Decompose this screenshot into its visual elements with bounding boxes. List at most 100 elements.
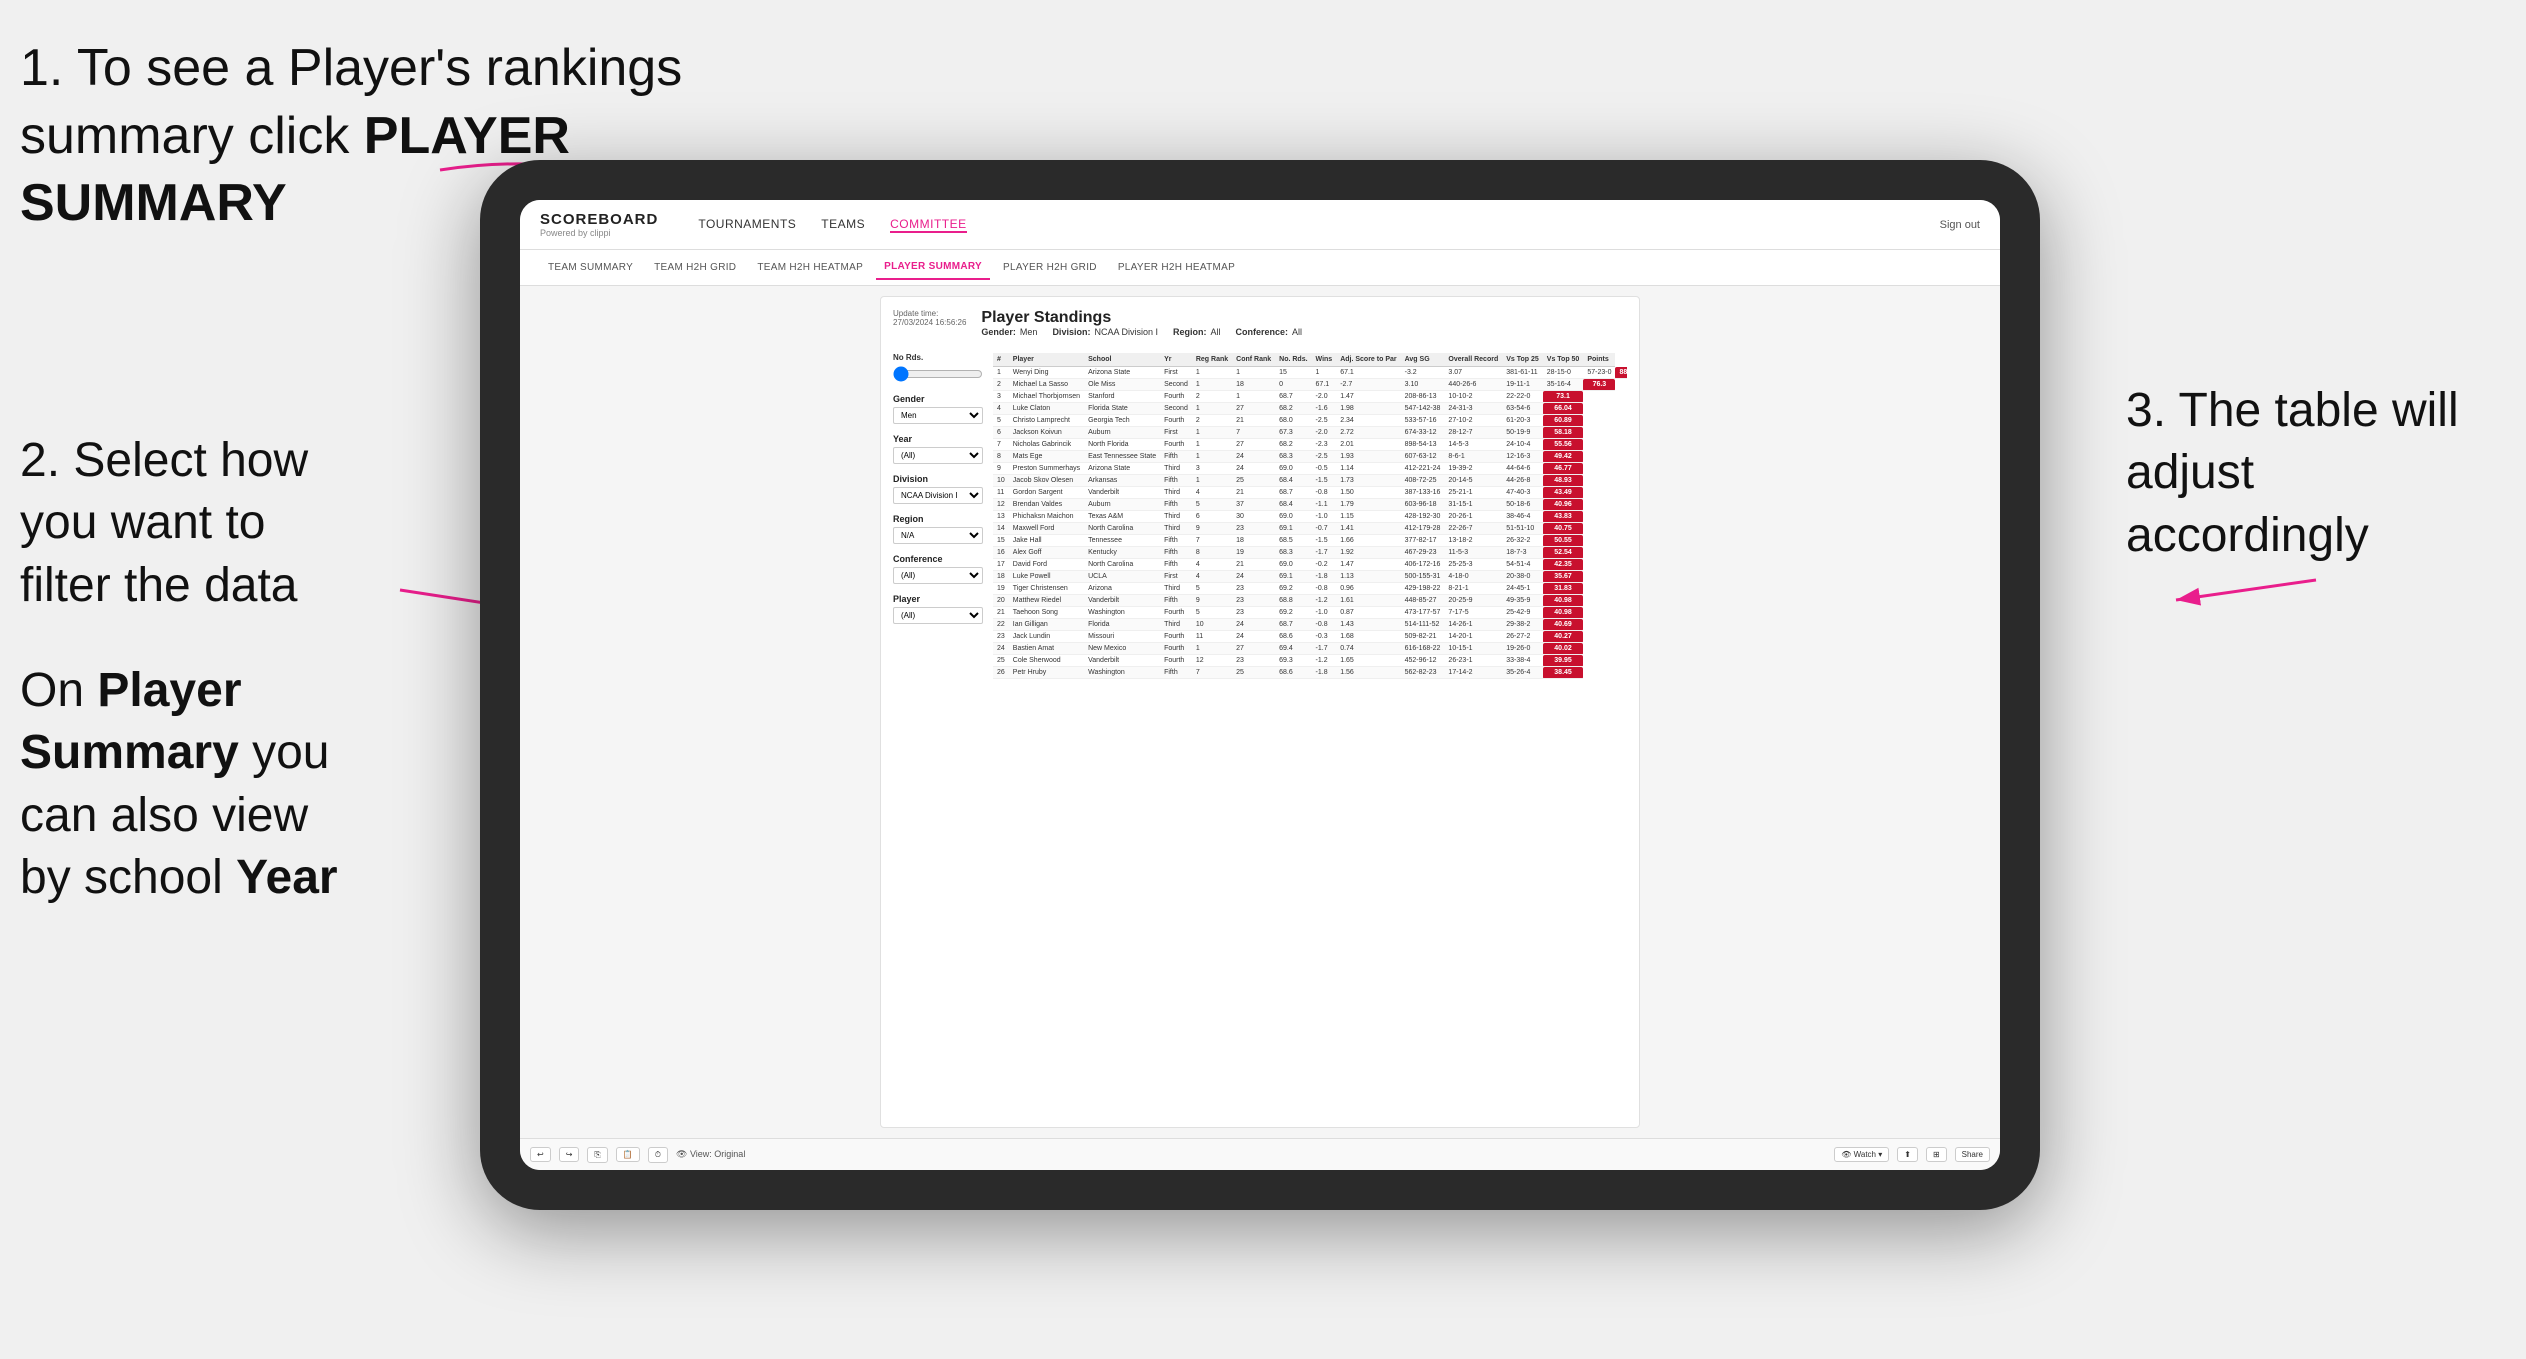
table-cell: 1.68 [1336, 631, 1400, 643]
sub-nav-player-h2h-heatmap[interactable]: PLAYER H2H HEATMAP [1110, 256, 1243, 279]
nav-committee[interactable]: COMMITTEE [890, 217, 967, 233]
sign-out-link[interactable]: Sign out [1940, 219, 1980, 231]
table-cell: 8-6-1 [1444, 451, 1502, 463]
region-group: Region N/A [893, 514, 983, 544]
table-cell: 1.61 [1336, 595, 1400, 607]
col-vs-top25: Vs Top 25 [1502, 353, 1543, 367]
no-rds-slider[interactable] [893, 366, 983, 382]
table-cell: 514-111-52 [1401, 619, 1445, 631]
table-cell: 0.74 [1336, 643, 1400, 655]
table-cell: 4 [1192, 487, 1232, 499]
table-cell: 8 [1192, 547, 1232, 559]
table-cell: Preston Summerhays [1009, 463, 1084, 475]
division-select[interactable]: NCAA Division I [893, 487, 983, 504]
sub-nav-team-h2h-heatmap[interactable]: TEAM H2H HEATMAP [749, 256, 871, 279]
watch-btn[interactable]: 👁 Watch ▾ [1834, 1147, 1889, 1162]
table-cell: 35-16-4 [1543, 379, 1584, 391]
table-cell: -2.5 [1312, 415, 1337, 427]
table-cell: Auburn [1084, 427, 1160, 439]
table-cell: 27-10-2 [1444, 415, 1502, 427]
main-content: Update time: 27/03/2024 16:56:26 Player … [520, 286, 2000, 1138]
table-cell: 23 [1232, 583, 1275, 595]
table-cell: 37 [1232, 499, 1275, 511]
table-cell: 50-19-9 [1502, 427, 1543, 439]
table-cell: 57-23-0 [1583, 367, 1615, 379]
table-cell: Jacob Skov Olesen [1009, 475, 1084, 487]
player-select[interactable]: (All) [893, 607, 983, 624]
table-cell: 1.41 [1336, 523, 1400, 535]
table-cell: 9 [1192, 523, 1232, 535]
table-cell: -0.7 [1312, 523, 1337, 535]
table-cell: 500-155-31 [1401, 571, 1445, 583]
table-cell: 1 [1192, 379, 1232, 391]
paste-btn[interactable]: 📋 [616, 1147, 640, 1162]
table-cell: 43.83 [1543, 511, 1584, 523]
table-cell: 23 [1232, 523, 1275, 535]
table-cell: 40.75 [1543, 523, 1584, 535]
export-btn[interactable]: ⬆ [1897, 1147, 1918, 1162]
table-cell: 88.2 [1615, 367, 1627, 379]
table-cell: Arizona State [1084, 463, 1160, 475]
share-btn[interactable]: Share [1955, 1147, 1990, 1162]
table-cell: 0.96 [1336, 583, 1400, 595]
timer-btn[interactable]: ⏱ [648, 1147, 668, 1163]
table-cell: 22 [993, 619, 1009, 631]
table-cell: 2 [1192, 415, 1232, 427]
sub-nav-player-summary[interactable]: PLAYER SUMMARY [876, 255, 990, 280]
table-cell: 16 [993, 547, 1009, 559]
sub-nav-team-h2h-grid[interactable]: TEAM H2H GRID [646, 256, 744, 279]
table-cell: 1 [1192, 643, 1232, 655]
table-cell: 23 [1232, 607, 1275, 619]
player-group-label: Player [893, 594, 983, 604]
col-points: Points [1583, 353, 1615, 367]
division-group: Division NCAA Division I [893, 474, 983, 504]
table-cell: 10 [1192, 619, 1232, 631]
table-row: 7Nicholas GabrincikNorth FloridaFourth12… [993, 439, 1627, 451]
table-cell: 43.49 [1543, 487, 1584, 499]
table-cell: 18-7-3 [1502, 547, 1543, 559]
table-cell: 35-26-4 [1502, 667, 1543, 679]
undo-btn[interactable]: ↩ [530, 1147, 551, 1162]
table-cell: 69.2 [1275, 607, 1311, 619]
table-cell: 69.4 [1275, 643, 1311, 655]
copy-btn[interactable]: ⎘ [587, 1147, 607, 1163]
table-cell: -1.5 [1312, 535, 1337, 547]
region-select[interactable]: N/A [893, 527, 983, 544]
gender-select[interactable]: Men [893, 407, 983, 424]
table-cell: 8 [993, 451, 1009, 463]
grid-btn[interactable]: ⊞ [1926, 1147, 1947, 1162]
table-cell: 603-96-18 [1401, 499, 1445, 511]
table-cell: 22-22-0 [1502, 391, 1543, 403]
table-cell: 1 [1312, 367, 1337, 379]
sub-nav-player-h2h-grid[interactable]: PLAYER H2H GRID [995, 256, 1105, 279]
table-cell: Fifth [1160, 667, 1192, 679]
table-cell: Michael Thorbjornsen [1009, 391, 1084, 403]
sub-nav-team-summary[interactable]: TEAM SUMMARY [540, 256, 641, 279]
table-cell: 412-179-28 [1401, 523, 1445, 535]
table-cell: -1.0 [1312, 607, 1337, 619]
conference-select[interactable]: (All) [893, 567, 983, 584]
division-group-label: Division [893, 474, 983, 484]
table-cell: -1.8 [1312, 667, 1337, 679]
table-cell: 19-26-0 [1502, 643, 1543, 655]
table-cell: 1.65 [1336, 655, 1400, 667]
table-cell: 50-18-6 [1502, 499, 1543, 511]
table-cell: 5 [1192, 607, 1232, 619]
table-cell: 67.1 [1336, 367, 1400, 379]
table-cell: Kentucky [1084, 547, 1160, 559]
nav-tournaments[interactable]: TOURNAMENTS [698, 217, 796, 233]
table-cell: 44-26-8 [1502, 475, 1543, 487]
table-cell: 428-192-30 [1401, 511, 1445, 523]
table-cell: Maxwell Ford [1009, 523, 1084, 535]
table-cell: 381-61-11 [1502, 367, 1543, 379]
table-cell: 5 [1192, 499, 1232, 511]
table-cell: Brendan Valdes [1009, 499, 1084, 511]
player-standings-title: Player Standings [981, 309, 1302, 327]
bottom-toolbar: ↩ ↪ ⎘ 📋 ⏱ 👁 View: Original 👁 Watch ▾ ⬆ ⊞… [520, 1138, 2000, 1170]
year-select[interactable]: (All) [893, 447, 983, 464]
col-avg-sg: Avg SG [1401, 353, 1445, 367]
table-cell: 40.02 [1543, 643, 1584, 655]
table-cell: 5 [993, 415, 1009, 427]
nav-teams[interactable]: TEAMS [821, 217, 865, 233]
redo-btn[interactable]: ↪ [559, 1147, 580, 1162]
